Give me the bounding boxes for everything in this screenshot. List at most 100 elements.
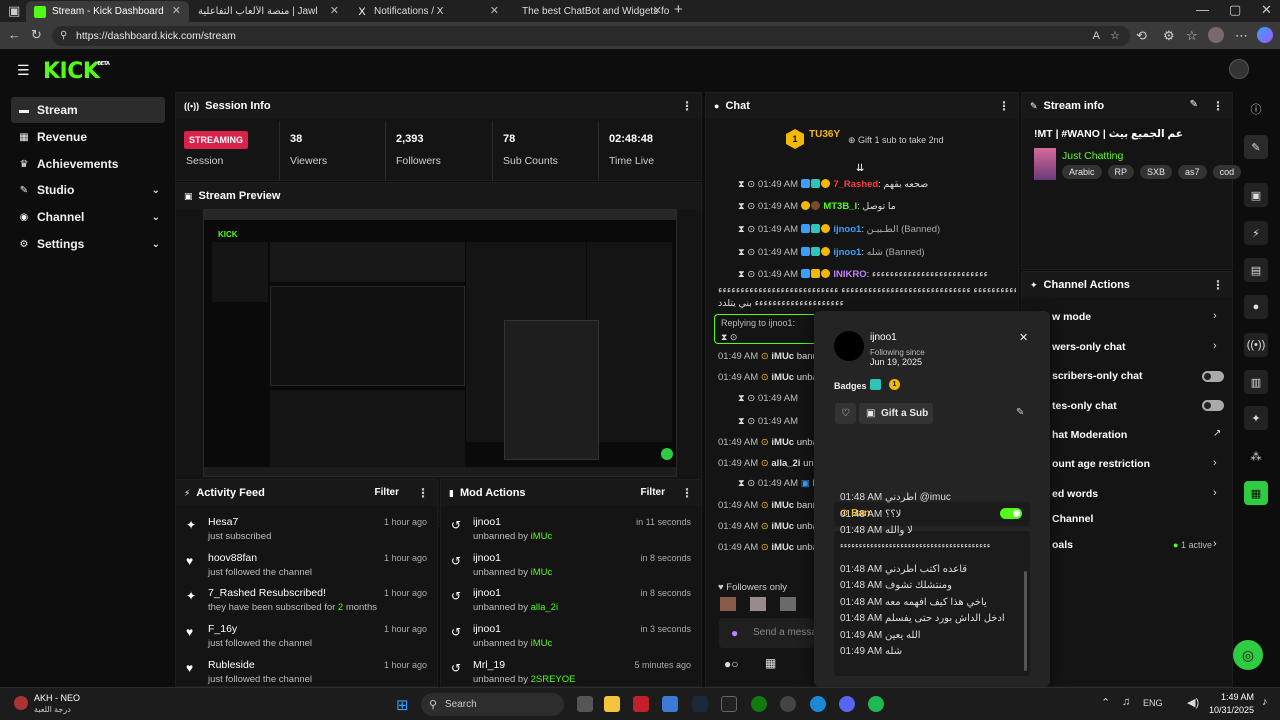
pencil-icon[interactable]: ✎: [1244, 135, 1268, 159]
hamburger-menu-icon[interactable]: ☰: [17, 62, 30, 79]
bolt-icon[interactable]: ⚡: [1244, 221, 1268, 245]
scrollbar[interactable]: [1024, 571, 1027, 671]
tag[interactable]: Arabic: [1062, 165, 1102, 179]
more-icon[interactable]: ⋯: [1235, 29, 1248, 43]
sidebar-item-stream[interactable]: ▬ Stream: [11, 97, 165, 123]
tab-stream-dashboard[interactable]: Stream - Kick Dashboard ✕: [26, 1, 189, 22]
store-icon[interactable]: [662, 696, 678, 712]
channel-action-row[interactable]: oals: [1052, 539, 1073, 551]
favorite-star-icon[interactable]: ☆: [1110, 29, 1120, 43]
emotes-only-toggle[interactable]: [1202, 400, 1224, 411]
user-avatar[interactable]: [14, 696, 28, 710]
sidebar-item-studio[interactable]: ✎ Studio ⌄: [11, 177, 165, 203]
more-options-icon[interactable]: ⋮: [681, 486, 693, 500]
url-field[interactable]: ⚲ https://dashboard.kick.com/stream A ☆: [52, 26, 1130, 46]
panel-icon[interactable]: ▥: [1244, 370, 1268, 394]
tag[interactable]: cod: [1212, 165, 1242, 179]
xbox-icon[interactable]: [751, 696, 767, 712]
green-action-icon[interactable]: ▦: [1244, 481, 1268, 505]
tag[interactable]: SXB: [1140, 165, 1173, 179]
external-link-icon[interactable]: ↗: [1213, 428, 1221, 439]
mic-icon[interactable]: ♫: [1122, 696, 1130, 708]
close-icon[interactable]: ✕: [1019, 331, 1028, 344]
scroll-down-icon[interactable]: ⇊: [856, 163, 864, 174]
kick-logo[interactable]: KICK BETA: [43, 59, 110, 84]
gift-prompt[interactable]: ⊕ Gift 1 sub to take 2nd: [848, 135, 944, 146]
support-chat-icon[interactable]: ◎: [1233, 640, 1263, 670]
more-options-icon[interactable]: ⋮: [417, 486, 429, 500]
favorites-icon[interactable]: ☆: [1186, 29, 1198, 43]
chevron-right-icon[interactable]: ›: [1213, 487, 1217, 499]
user-avatar[interactable]: [1229, 59, 1249, 79]
store-icon[interactable]: ▦: [765, 656, 776, 670]
file-explorer-icon[interactable]: [604, 696, 620, 712]
extension-icon[interactable]: ⟲: [1136, 29, 1147, 43]
chat-input[interactable]: ● Send a messa: [719, 618, 817, 648]
top-gifter-name[interactable]: TU36Y: [809, 129, 840, 140]
stream-video[interactable]: KICK: [203, 209, 677, 477]
channel-action-row[interactable]: ount age restriction: [1052, 458, 1150, 470]
chevron-right-icon[interactable]: ›: [1213, 340, 1217, 352]
tab-notifications-x[interactable]: X Notifications / X ✕: [348, 1, 507, 22]
read-aloud-icon[interactable]: A: [1093, 29, 1100, 43]
task-view-icon[interactable]: [577, 696, 593, 712]
filter-button[interactable]: Filter: [641, 487, 665, 498]
tracking-icon[interactable]: ⚙: [1163, 29, 1175, 43]
close-window-icon[interactable]: ✕: [1261, 3, 1272, 17]
copilot-icon[interactable]: [1257, 27, 1273, 43]
chevron-up-icon[interactable]: ⌃: [1101, 696, 1110, 709]
more-options-icon[interactable]: ⋮: [1212, 99, 1224, 113]
chevron-right-icon[interactable]: ›: [1213, 310, 1217, 322]
chevron-right-icon[interactable]: ›: [1213, 457, 1217, 469]
back-icon[interactable]: ←: [8, 28, 21, 42]
app-icon[interactable]: [633, 696, 649, 712]
sidebar-item-settings[interactable]: ⚙ Settings ⌄: [11, 231, 165, 257]
category-link[interactable]: Just Chatting: [1062, 150, 1123, 162]
sidebar-item-revenue[interactable]: ▦ Revenue: [11, 124, 165, 150]
windows-start-icon[interactable]: ⊞: [396, 696, 409, 714]
broadcast-icon[interactable]: ((•)): [1244, 333, 1268, 357]
tab-jawlah[interactable]: منصة الألعاب التفاعلية | Jawlah - جولة ✕: [190, 1, 347, 22]
close-tab-icon[interactable]: ✕: [172, 4, 181, 17]
chevron-right-icon[interactable]: ›: [1213, 538, 1217, 550]
channel-action-row[interactable]: Channel: [1052, 513, 1093, 525]
maximize-icon[interactable]: ▢: [1229, 3, 1241, 17]
mic-icon[interactable]: ●: [731, 626, 738, 640]
edit-icon[interactable]: ✎: [1190, 99, 1198, 110]
tag[interactable]: RP: [1107, 165, 1135, 179]
wrench-icon[interactable]: ✦: [1244, 406, 1268, 430]
document-icon[interactable]: ▤: [1244, 258, 1268, 282]
ban-toggle[interactable]: [1000, 508, 1022, 519]
reply-box[interactable]: Replying to ijnoo1: ⧗ ⊙: [714, 314, 814, 344]
pin-icon[interactable]: ✎: [1016, 407, 1024, 418]
tag[interactable]: as7: [1178, 165, 1207, 179]
profile-avatar[interactable]: [1208, 27, 1224, 43]
channel-action-row[interactable]: wers-only chat: [1052, 341, 1126, 353]
tab-actions-icon[interactable]: ▣: [8, 4, 20, 18]
spotify-icon[interactable]: [868, 696, 884, 712]
channel-action-row[interactable]: w mode: [1052, 311, 1091, 323]
notifications-icon[interactable]: ♪: [1262, 696, 1268, 708]
new-tab-button[interactable]: +: [674, 2, 683, 17]
sidebar-item-achievements[interactable]: ♛ Achievements: [11, 151, 165, 177]
more-options-icon[interactable]: ⋮: [998, 99, 1010, 113]
screen-icon[interactable]: ▣: [1244, 183, 1268, 207]
close-tab-icon[interactable]: ✕: [653, 4, 662, 17]
epic-games-icon[interactable]: [721, 696, 737, 712]
volume-icon[interactable]: ◀): [1187, 696, 1199, 709]
tab-chatbot[interactable]: The best ChatBot and Widgets fo ✕: [508, 1, 670, 22]
close-tab-icon[interactable]: ✕: [330, 4, 339, 17]
subscribers-only-toggle[interactable]: [1202, 371, 1224, 382]
avatar[interactable]: [834, 331, 864, 361]
site-info-icon[interactable]: ⚲: [60, 29, 67, 43]
emote-icon[interactable]: ●○: [724, 657, 739, 671]
channel-action-row[interactable]: hat Moderation: [1052, 429, 1127, 441]
apps-icon[interactable]: ⁂: [1244, 444, 1268, 468]
close-tab-icon[interactable]: ✕: [490, 4, 499, 17]
filter-button[interactable]: Filter: [375, 487, 399, 498]
minimize-icon[interactable]: —: [1196, 3, 1209, 17]
info-icon[interactable]: ⓘ: [1244, 97, 1268, 121]
discord-icon[interactable]: [839, 696, 855, 712]
category-thumbnail[interactable]: [1034, 148, 1056, 180]
sidebar-item-channel[interactable]: ◉ Channel ⌄: [11, 204, 165, 230]
